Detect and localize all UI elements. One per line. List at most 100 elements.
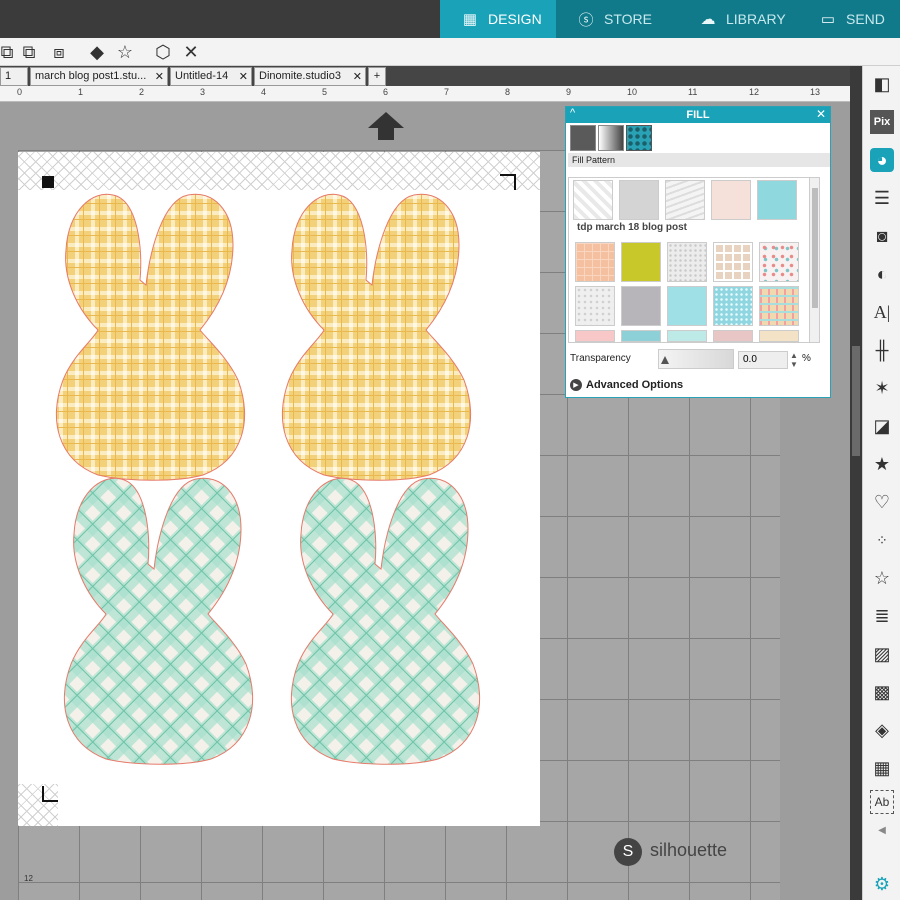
transparency-slider[interactable] [658, 349, 734, 369]
tab-store-label: STORE [604, 11, 652, 27]
pattern-swatch[interactable] [759, 330, 799, 342]
new-tab-button[interactable]: + [368, 67, 386, 86]
page-setup-icon[interactable]: ◧ [870, 72, 894, 96]
cube-icon[interactable]: ⬡ [152, 41, 174, 63]
ruler-number: 12 [749, 87, 760, 97]
doc-tab[interactable]: 1 [0, 67, 28, 86]
scrollbar-thumb[interactable] [852, 346, 860, 456]
brand-wordmark: silhouette [650, 840, 728, 860]
doc-tab-label: march blog post1.stu... [35, 70, 147, 82]
warp-icon[interactable]: ▦ [870, 756, 894, 780]
trace-icon[interactable]: ♡ [870, 490, 894, 514]
shadow-icon[interactable]: ◙ [870, 224, 894, 248]
close-icon[interactable]: ✕ [816, 107, 826, 121]
pattern-swatch[interactable] [667, 242, 707, 282]
doc-tab-active[interactable]: march blog post1.stu... ✕ [30, 67, 168, 86]
group-icon[interactable]: ⧉ [0, 41, 18, 63]
layers-icon[interactable]: ▨ [870, 642, 894, 666]
bunny-shapes [55, 193, 481, 765]
ruler-number: 6 [383, 87, 389, 97]
doc-tab-label: Dinomite.studio3 [259, 70, 341, 82]
ruler-number: 13 [810, 87, 821, 97]
sketch-icon[interactable]: ≣ [870, 604, 894, 628]
transform-icon[interactable]: ✶ [870, 376, 894, 400]
ruler-number: 7 [444, 87, 450, 97]
close-tab-icon[interactable]: ✕ [155, 70, 164, 83]
bunny-yellow-2 [281, 193, 472, 481]
pattern-swatch[interactable] [575, 286, 615, 326]
tab-design[interactable]: ▦ DESIGN [440, 0, 556, 38]
tab-library[interactable]: ☁ LIBRARY [678, 0, 798, 38]
pattern-swatch[interactable] [573, 180, 613, 220]
tab-store[interactable]: ⓢ STORE [556, 0, 678, 38]
ruler-number: 2 [139, 87, 145, 97]
pattern-swatch[interactable] [621, 242, 661, 282]
pattern-group-label: tdp march 18 blog post [577, 222, 688, 233]
nesting-icon[interactable]: ▩ [870, 680, 894, 704]
pattern-swatch[interactable] [713, 330, 753, 342]
vertical-scrollbar[interactable] [850, 66, 862, 900]
pattern-swatch[interactable] [667, 330, 707, 342]
3d-fold-icon[interactable]: ◈ [870, 718, 894, 742]
tab-send[interactable]: ▭ SEND [798, 0, 900, 38]
star-icon[interactable]: ☆ [114, 41, 136, 63]
ruler-number: 11 [688, 87, 698, 97]
pixscan-icon[interactable]: Pix [870, 110, 894, 134]
pattern-swatch[interactable] [759, 286, 799, 326]
ungroup-icon[interactable]: ⧉ [18, 41, 40, 63]
pattern-swatch[interactable] [619, 180, 659, 220]
tab-send-label: SEND [846, 11, 885, 27]
pattern-swatch[interactable] [711, 180, 751, 220]
pattern-swatch[interactable] [759, 242, 799, 282]
pattern-swatch[interactable] [621, 330, 661, 342]
line-style-icon[interactable]: ☰ [870, 186, 894, 210]
silhouette-logo-icon: ⓢ [578, 11, 594, 29]
gradient-fill-button[interactable] [598, 125, 624, 151]
silhouette-logo-icon: S [614, 838, 642, 866]
close-tab-icon[interactable]: ✕ [353, 70, 362, 83]
ruler-number: 12 [24, 874, 33, 883]
shapes-icon[interactable]: ◆ [86, 41, 108, 63]
ruler-number: 4 [261, 87, 267, 97]
text-to-path-icon[interactable]: Ab [870, 790, 894, 814]
fill-palette-icon[interactable]: ◕ [870, 148, 894, 172]
star-shape-icon[interactable]: ★ [870, 452, 894, 476]
scrollbar-thumb[interactable] [812, 188, 818, 308]
ruler-number: 8 [505, 87, 511, 97]
align-icon[interactable]: ╫ [870, 338, 894, 362]
doc-tab[interactable]: Untitled-14 ✕ [170, 67, 252, 86]
text-style-icon[interactable]: A| [870, 300, 894, 324]
fill-pattern-label: Fill Pattern [568, 153, 830, 167]
pattern-scrollbar[interactable] [809, 178, 819, 342]
collapse-icon[interactable]: ^ [570, 107, 575, 119]
offset-icon[interactable]: ◐ [870, 262, 894, 286]
compound-path-icon[interactable]: ⧈ [48, 41, 70, 63]
ruler-number: 3 [200, 87, 206, 97]
pattern-swatch[interactable] [665, 180, 705, 220]
doc-tab[interactable]: Dinomite.studio3 ✕ [254, 67, 366, 86]
close-icon[interactable]: ✕ [180, 41, 202, 63]
pattern-swatch[interactable] [621, 286, 661, 326]
transparency-input[interactable]: 0.0 [738, 351, 788, 369]
settings-gear-icon[interactable]: ⚙ [870, 872, 894, 896]
doc-tab-label: Untitled-14 [175, 70, 229, 82]
favorite-icon[interactable]: ☆ [870, 566, 894, 590]
expand-triangle-icon[interactable]: ▶ [570, 379, 582, 391]
pattern-swatch[interactable] [757, 180, 797, 220]
pattern-swatch[interactable] [713, 242, 753, 282]
advanced-options-toggle[interactable]: Advanced Options [586, 379, 683, 391]
rhinestone-icon[interactable]: ⁘ [870, 528, 894, 552]
tab-library-label: LIBRARY [726, 11, 786, 27]
pattern-swatch[interactable] [575, 242, 615, 282]
slider-handle-icon[interactable] [661, 356, 669, 364]
solid-fill-button[interactable] [570, 125, 596, 151]
transparency-stepper-icon[interactable]: ▲ ▼ [790, 351, 798, 369]
pattern-swatch[interactable] [713, 286, 753, 326]
collapse-arrow-icon[interactable]: ◀ [870, 818, 894, 842]
modify-icon[interactable]: ◪ [870, 414, 894, 438]
pattern-swatch[interactable] [575, 330, 615, 342]
close-tab-icon[interactable]: ✕ [239, 70, 248, 83]
pattern-fill-button[interactable] [626, 125, 652, 151]
pattern-swatch[interactable] [667, 286, 707, 326]
right-panel-sidebar: ◧ Pix ◕ ☰ ◙ ◐ A| ╫ ✶ ◪ ★ ♡ ⁘ ☆ ≣ ▨ ▩ ◈ ▦… [862, 66, 900, 900]
